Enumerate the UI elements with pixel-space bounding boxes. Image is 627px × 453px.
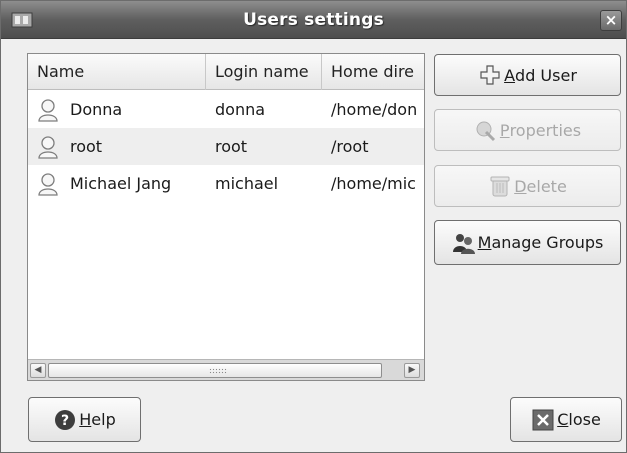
scroll-right-arrow-icon[interactable]: ▶ [404, 363, 420, 378]
close-mnemonic: C [557, 410, 569, 429]
scrollbar-grip [209, 368, 227, 374]
column-header-name[interactable]: Name [28, 54, 206, 90]
help-label: elp [91, 410, 116, 429]
table-row[interactable]: root root /root [28, 128, 424, 165]
user-login: michael [215, 174, 279, 193]
add-user-mnemonic: A [504, 65, 516, 85]
user-login: donna [215, 100, 266, 119]
delete-button[interactable]: Delete [434, 165, 621, 207]
properties-icon [476, 121, 495, 142]
help-button[interactable]: ? Help [28, 397, 141, 442]
trash-icon [490, 176, 510, 197]
close-icon [532, 409, 554, 430]
column-header-home[interactable]: Home dire [322, 54, 424, 90]
add-user-label: dd User [515, 65, 577, 85]
window-title: Users settings [243, 10, 384, 30]
close-button[interactable]: Close [510, 397, 622, 442]
users-settings-window: Users settings × Name Login name Home di… [0, 0, 627, 453]
properties-mnemonic: P [499, 120, 510, 140]
svg-text:?: ? [61, 413, 69, 429]
users-list[interactable]: Name Login name Home dire Donna donna /h… [27, 53, 425, 381]
title-bar[interactable]: Users settings × [1, 1, 626, 39]
list-rows: Donna donna /home/don root root /root Mi… [28, 91, 424, 202]
user-name: root [70, 137, 103, 156]
user-name: Michael Jang [70, 174, 172, 193]
titlebar-close-button[interactable]: × [600, 10, 622, 31]
user-icon [38, 173, 58, 196]
list-header: Name Login name Home dire [28, 54, 424, 90]
close-label: lose [568, 410, 601, 429]
column-header-login[interactable]: Login name [206, 54, 322, 90]
group-icon [452, 233, 475, 254]
horizontal-scrollbar[interactable]: ◀ ▶ [28, 359, 424, 380]
help-mnemonic: H [79, 410, 92, 429]
user-home: /home/don [331, 100, 418, 119]
properties-label: roperties [509, 120, 582, 140]
add-user-button[interactable]: Add User [434, 54, 621, 96]
manage-groups-mnemonic: M [477, 233, 492, 252]
user-icon [38, 136, 58, 159]
table-row[interactable]: Michael Jang michael /home/mic [28, 165, 424, 202]
user-name: Donna [70, 100, 123, 119]
user-icon [38, 99, 58, 122]
plus-icon [480, 65, 500, 85]
user-home: /home/mic [331, 174, 416, 193]
scroll-left-arrow-icon[interactable]: ◀ [30, 363, 46, 378]
scrollbar-thumb[interactable] [48, 363, 382, 378]
table-row[interactable]: Donna donna /home/don [28, 91, 424, 128]
properties-button[interactable]: Properties [434, 109, 621, 151]
user-home: /root [331, 137, 369, 156]
user-login: root [215, 137, 248, 156]
manage-groups-label: anage Groups [491, 233, 604, 252]
manage-groups-button[interactable]: Manage Groups [434, 220, 621, 265]
delete-label: elete [526, 176, 567, 196]
delete-mnemonic: D [514, 176, 527, 196]
help-icon: ? [55, 409, 76, 430]
